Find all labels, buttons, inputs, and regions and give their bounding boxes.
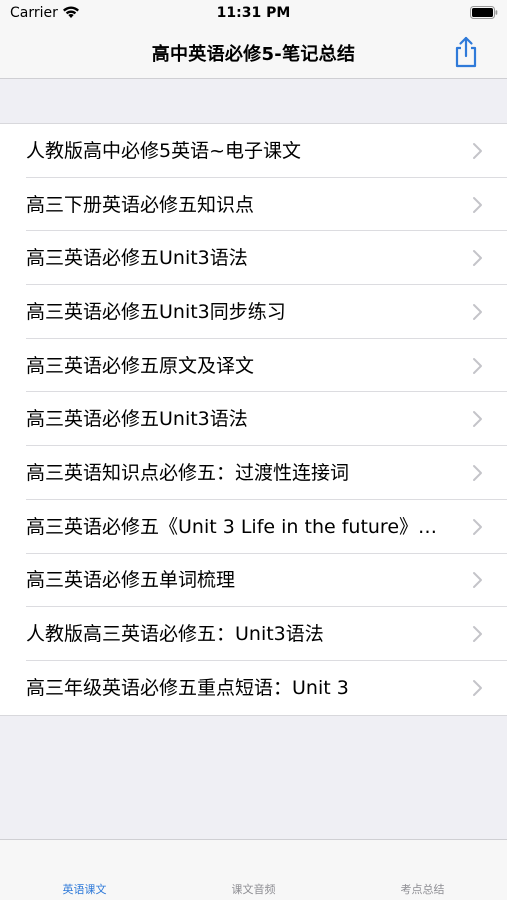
clock: 11:31 PM [216,5,291,21]
list-item-label: 高三英语必修五Unit3同步练习 [26,300,286,323]
list-item[interactable]: 高三年级英语必修五重点短语：Unit 3 [0,661,507,715]
list-item-label: 高三下册英语必修五知识点 [26,193,255,216]
chevron-right-icon [472,303,483,321]
chevron-right-icon [472,679,483,697]
list-item-label: 人教版高三英语必修五：Unit3语法 [26,623,324,646]
chevron-right-icon [472,357,483,375]
tab-english-texts[interactable]: 英语课文 [0,881,169,897]
list-item[interactable]: 人教版高三英语必修五：Unit3语法 [0,607,507,661]
article-list: 人教版高中必修5英语~电子课文 高三下册英语必修五知识点 高三英语必修五Unit3语… [0,123,507,716]
list-item-label: 高三英语知识点必修五：过渡性连接词 [26,461,350,484]
chevron-right-icon [472,571,483,589]
list-item-label: 高三英语必修五原文及译文 [26,354,255,377]
list-item[interactable]: 高三英语必修五Unit3同步练习 [0,285,507,339]
page-title: 高中英语必修5-笔记总结 [151,44,356,65]
tab-bar: 英语课文 课文音频 考点总结 [0,839,507,900]
chevron-right-icon [472,410,483,428]
list-item-label: 高三英语必修五Unit3语法 [26,247,248,270]
list-item[interactable]: 高三英语必修五Unit3语法 [0,392,507,447]
list-item-label: 高三英语必修五单词梳理 [26,569,236,592]
chevron-right-icon [472,249,483,267]
chevron-right-icon [472,142,483,160]
list-item-label: 高三英语必修五《Unit 3 Life in the future》单元测试 [26,515,447,538]
share-icon[interactable] [451,36,481,68]
tab-key-points-summary[interactable]: 考点总结 [338,881,507,897]
status-bar: Carrier 11:31 PM [0,0,507,27]
list-item-label: 高三英语必修五Unit3语法 [26,408,248,431]
list-item[interactable]: 高三英语必修五原文及译文 [0,339,507,393]
navigation-bar: 高中英语必修5-笔记总结 [0,27,507,79]
list-item[interactable]: 高三英语必修五《Unit 3 Life in the future》单元测试 [0,500,507,554]
battery-icon [470,6,498,23]
chevron-right-icon [472,196,483,214]
list-item-label: 高三年级英语必修五重点短语：Unit 3 [26,676,349,699]
chevron-right-icon [472,518,483,536]
chevron-right-icon [472,625,483,643]
list-item[interactable]: 高三英语必修五Unit3语法 [0,231,507,286]
list-item[interactable]: 人教版高中必修5英语~电子课文 [0,124,507,178]
chevron-right-icon [472,464,483,482]
tab-text-audio[interactable]: 课文音频 [169,881,338,897]
list-item-label: 人教版高中必修5英语~电子课文 [26,139,302,162]
list-item[interactable]: 高三英语必修五单词梳理 [0,554,507,608]
list-item[interactable]: 高三英语知识点必修五：过渡性连接词 [0,446,507,500]
list-item[interactable]: 高三下册英语必修五知识点 [0,178,507,232]
